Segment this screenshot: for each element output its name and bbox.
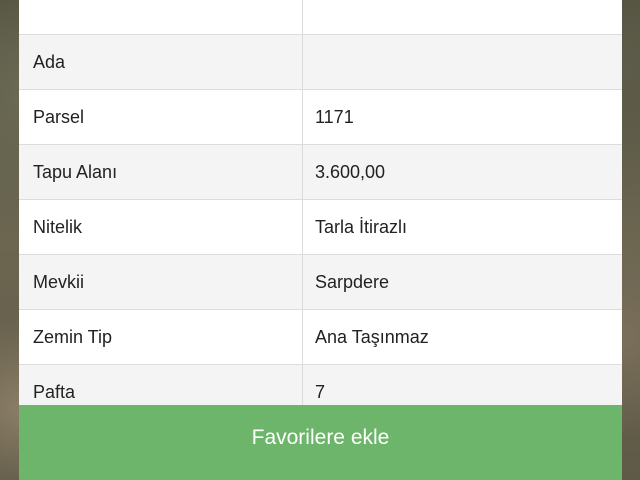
row-label: Ada xyxy=(19,35,303,89)
row-label xyxy=(19,0,303,34)
add-to-favorites-button[interactable]: Favorilere ekle xyxy=(19,405,622,480)
table-row-nitelik: Nitelik Tarla İtirazlı xyxy=(19,200,622,255)
row-value: Ana Taşınmaz xyxy=(315,326,429,347)
row-label: Mevkii xyxy=(19,255,303,309)
table-row-mevkii: Mevkii Sarpdere xyxy=(19,255,622,310)
row-label: Parsel xyxy=(19,90,303,144)
table-row-ada: Ada xyxy=(19,35,622,90)
row-value: 3.600,00 xyxy=(315,161,386,182)
table-row-zemin-tip: Zemin Tip Ana Taşınmaz xyxy=(19,310,622,365)
row-value: Sarpdere xyxy=(315,271,390,292)
row-value xyxy=(303,35,622,89)
table-row xyxy=(19,0,622,35)
row-label: Tapu Alanı xyxy=(19,145,303,199)
table-row-tapu-alani: Tapu Alanı 3.600,00 xyxy=(19,145,622,200)
row-value: 1171 xyxy=(315,106,354,127)
row-label: Zemin Tip xyxy=(19,310,303,364)
parcel-details-table: Ada Parsel 1171 Tapu Alanı 3.600,00 Nite… xyxy=(19,0,622,420)
table-row-parsel: Parsel 1171 xyxy=(19,90,622,145)
row-value xyxy=(303,0,622,34)
row-value: Tarla İtirazlı xyxy=(315,216,408,237)
row-label: Nitelik xyxy=(19,200,303,254)
